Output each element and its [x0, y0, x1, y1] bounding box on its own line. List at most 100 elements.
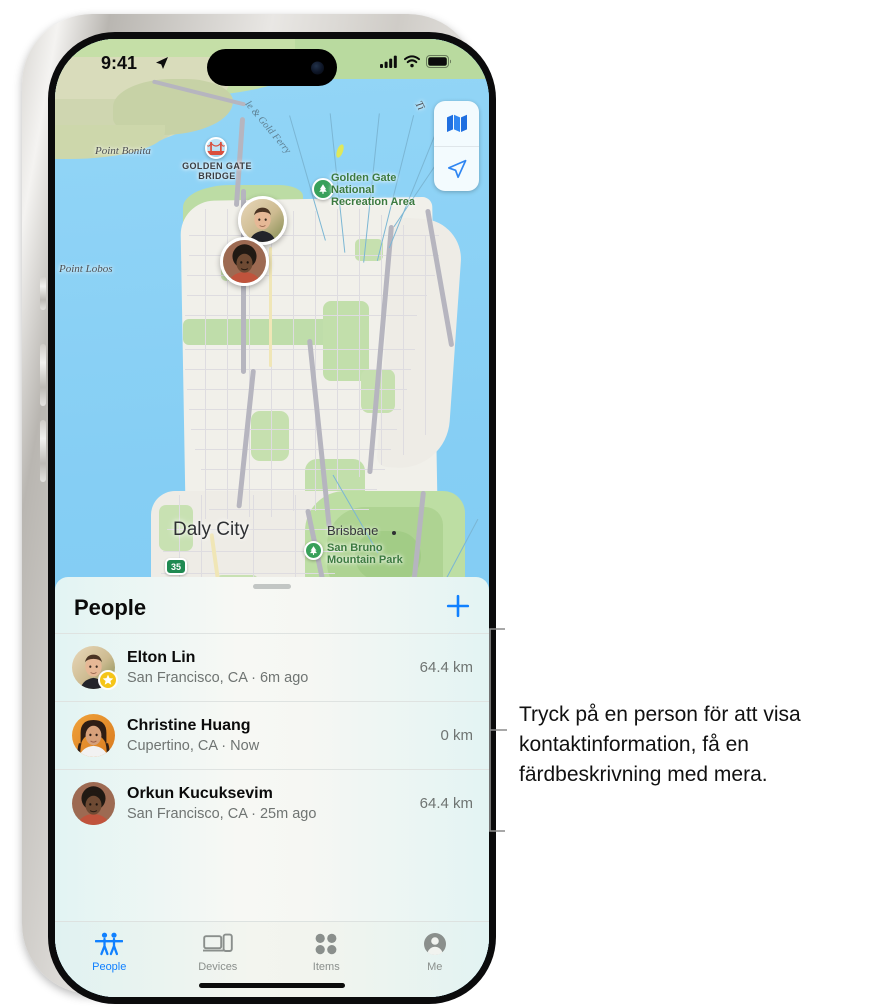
dynamic-island [207, 49, 337, 86]
volume-down-button[interactable] [40, 420, 46, 482]
status-badge [98, 670, 118, 690]
avatar [72, 714, 115, 757]
location-arrow-icon [155, 56, 169, 75]
star-icon [102, 674, 114, 685]
tree-icon [319, 184, 327, 194]
volume-up-button[interactable] [40, 344, 46, 406]
avatar-image [72, 782, 115, 825]
bridge-icon [207, 142, 225, 155]
list-item-text: Orkun Kucuksevim San Francisco, CA · 25m… [127, 784, 420, 824]
person-circle-icon [423, 931, 447, 957]
wifi-icon [404, 55, 420, 68]
tab-label: Items [312, 961, 340, 973]
page-title: People [74, 595, 147, 620]
avatar-orkun-kucuksevim [223, 240, 266, 283]
cellular-bars-icon [380, 55, 397, 68]
status-bar-time: 9:41 [101, 53, 138, 73]
map-label-point-lobos: Point Lobos [59, 263, 113, 275]
map-label-daly-city: Daly City [173, 519, 250, 540]
action-button[interactable] [40, 276, 46, 310]
person-location: San Francisco, CA · 6m ago [127, 669, 309, 686]
people-icon [95, 931, 124, 957]
person-distance: 64.4 km [419, 659, 473, 676]
map-label-golden-gate-bridge: GOLDEN GATE BRIDGE [165, 161, 269, 181]
map-street [425, 235, 426, 435]
status-bar-indicators [380, 55, 451, 68]
gg-park-line-1: Golden Gate [331, 172, 397, 184]
location-arrow-icon [447, 159, 466, 179]
map-park-4 [251, 411, 289, 461]
map-street [315, 211, 316, 511]
map-street [403, 225, 404, 455]
map-road-minor [269, 247, 272, 367]
list-item[interactable]: Elton Lin San Francisco, CA · 6m ago 64.… [55, 633, 489, 701]
callout-bracket [489, 628, 507, 832]
person-name: Elton Lin [127, 648, 196, 666]
person-location: Cupertino, CA · Now [127, 737, 260, 754]
screenshot-root: Point Bonita Point Lobos le & Gold Ferry… [0, 0, 891, 1008]
tab-label: Me [427, 961, 443, 973]
map-street [161, 573, 335, 574]
avatar-christine-huang [72, 714, 115, 757]
gg-park-line-3: Recreation Area [331, 196, 415, 208]
map-pin-orkun-kucuksevim[interactable] [220, 237, 269, 286]
bridge-label-line-2: BRIDGE [198, 171, 236, 181]
map-label-brisbane: Brisbane [327, 523, 379, 538]
list-item-text: Christine Huang Cupertino, CA · Now [127, 716, 440, 756]
phone-screen: Point Bonita Point Lobos le & Gold Ferry… [55, 39, 489, 997]
map-type-button[interactable] [434, 101, 479, 146]
person-name: Christine Huang [127, 716, 251, 734]
people-list: Elton Lin San Francisco, CA · 6m ago 64.… [55, 633, 489, 837]
sheet-header: People [55, 577, 489, 633]
tab-people[interactable]: People [55, 922, 164, 997]
avatar [72, 782, 115, 825]
map-street [359, 209, 360, 477]
folded-map-icon [446, 114, 467, 132]
gg-park-line-2: National [331, 184, 375, 196]
map-street [187, 295, 427, 296]
map-street [201, 469, 385, 470]
callout-text: Tryck på en person för att visa kontakti… [519, 703, 801, 786]
tab-label: People [92, 961, 127, 973]
map-controls [434, 101, 479, 191]
person-distance: 0 km [440, 727, 473, 744]
items-grid-icon [314, 931, 338, 957]
tree-icon [310, 546, 317, 555]
map-label-point-bonita: Point Bonita [95, 145, 151, 157]
map-street [189, 235, 439, 236]
map-golden-gate-park [183, 319, 343, 345]
bridge-label-line-1: GOLDEN GATE [182, 161, 252, 171]
person-distance: 64.4 km [419, 795, 473, 812]
map-street [293, 211, 294, 511]
person-location: San Francisco, CA · 25m ago [127, 805, 317, 822]
list-item-text: Elton Lin San Francisco, CA · 6m ago [127, 648, 420, 688]
golden-gate-bridge-pin[interactable] [205, 137, 227, 159]
list-item[interactable]: Orkun Kucuksevim San Francisco, CA · 25m… [55, 769, 489, 837]
sb-park-line-2: Mountain Park [327, 554, 403, 566]
map-street [205, 489, 377, 490]
map-label-san-bruno-park: San Bruno Mountain Park [327, 542, 403, 566]
list-item[interactable]: Christine Huang Cupertino, CA · Now 0 km [55, 701, 489, 769]
tab-label: Devices [198, 961, 238, 973]
map-street [191, 429, 397, 430]
map-street [209, 509, 369, 510]
locate-me-button[interactable] [434, 146, 479, 191]
sb-park-line-1: San Bruno [327, 542, 383, 554]
home-indicator[interactable] [199, 983, 345, 988]
highway-shield-35: 35 [165, 558, 187, 575]
person-name: Orkun Kucuksevim [127, 784, 273, 802]
map-street [189, 409, 401, 410]
san-bruno-mountain-park-pin[interactable] [304, 541, 323, 560]
avatar-image [72, 714, 115, 757]
tab-me[interactable]: Me [381, 922, 490, 997]
map-street [195, 449, 391, 450]
map-label-gg-rec-area: Golden Gate National Recreation Area [331, 172, 415, 208]
avatar [72, 646, 118, 690]
people-sheet: People Elton Lin San Francisco, CA · 6m … [55, 577, 489, 997]
add-person-button[interactable] [443, 591, 473, 621]
devices-icon [202, 931, 233, 957]
phone-frame: Point Bonita Point Lobos le & Gold Ferry… [22, 14, 496, 1004]
map-dot-brisbane [392, 531, 396, 535]
battery-icon [426, 55, 451, 68]
plus-icon [446, 594, 470, 618]
